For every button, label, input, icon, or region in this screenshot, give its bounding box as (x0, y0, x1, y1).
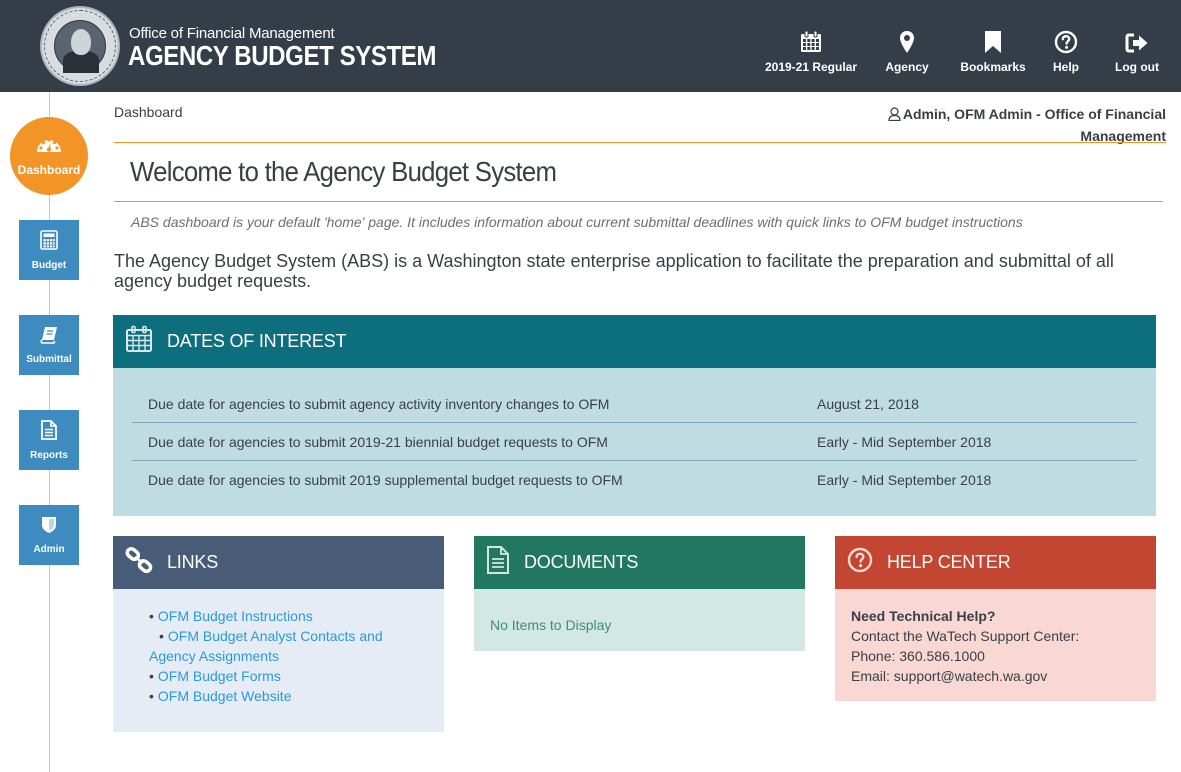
page-subtitle: ABS dashboard is your default 'home' pag… (131, 214, 1023, 230)
book-icon (40, 326, 58, 349)
sidebar-item-admin-label: Admin (33, 543, 65, 555)
link-budget-instructions[interactable]: OFM Budget Instructions (158, 608, 313, 624)
nav-logout[interactable]: Log out (1097, 28, 1177, 78)
help-email: Email: support@watech.wa.gov (851, 668, 1048, 684)
links-list: • OFM Budget Instructions • OFM Budget Ana… (149, 606, 424, 706)
help-phone: Phone: 360.586.1000 (851, 648, 985, 664)
page-title: Welcome to the Agency Budget System (130, 156, 557, 187)
bullet: • (149, 608, 154, 624)
date-description: Due date for agencies to submit 2019 sup… (148, 472, 623, 488)
date-row: Due date for agencies to submit 2019 sup… (132, 461, 1137, 499)
nav-agency[interactable]: Agency (867, 28, 947, 78)
sidebar-item-reports[interactable]: Reports (19, 410, 79, 470)
links-title: LINKS (167, 552, 219, 572)
date-row: Due date for agencies to submit 2019-21 … (132, 423, 1137, 461)
date-description: Due date for agencies to submit agency a… (148, 395, 610, 412)
dates-of-interest-title: DATES OF INTEREST (167, 331, 347, 351)
nav-help-label: Help (1052, 60, 1079, 74)
dashboard-gauge-icon (36, 135, 62, 158)
sidebar-item-budget-label: Budget (31, 259, 67, 271)
nav-agency-label: Agency (885, 60, 929, 74)
link-item: • OFM Budget Website (149, 686, 424, 706)
date-value: Early - Mid September 2018 (817, 433, 992, 450)
bullet: • (149, 688, 154, 704)
user-icon (888, 106, 901, 126)
documents-title: DOCUMENTS (524, 552, 639, 572)
bullet: • (159, 628, 164, 644)
link-item: • OFM Budget Forms (149, 666, 424, 686)
help-center-header: HELP CENTER (835, 536, 1156, 589)
links-header: LINKS (113, 536, 444, 589)
help-heading: Need Technical Help? (851, 608, 996, 624)
help-center-title: HELP CENTER (887, 552, 1011, 572)
calendar-icon (799, 28, 823, 54)
dates-table: Due date for agencies to submit agency a… (132, 385, 1137, 499)
link-item: • OFM Budget Analyst Contacts and Agency … (139, 626, 424, 666)
dates-of-interest-header: DATES OF INTEREST (113, 315, 1156, 368)
shield-icon (41, 516, 57, 539)
file-text-icon (486, 545, 510, 580)
page-intro: The Agency Budget System (ABS) is a Wash… (114, 251, 1114, 291)
date-value: August 21, 2018 (817, 395, 919, 412)
app-title[interactable]: AGENCY BUDGET SYSTEM (128, 40, 436, 72)
question-circle-icon (1054, 28, 1078, 54)
nav-bookmarks[interactable]: Bookmarks (951, 28, 1035, 78)
map-marker-icon (899, 28, 915, 54)
sidebar-item-reports-label: Reports (30, 449, 68, 461)
sidebar-item-submittal[interactable]: Submittal (19, 315, 79, 375)
dates-of-interest-panel: DATES OF INTEREST Due date for agencies … (113, 315, 1156, 516)
chain-link-icon (125, 546, 153, 579)
help-center-body: Need Technical Help? Contact the WaTech … (835, 589, 1156, 701)
header-divider-top (114, 142, 1166, 143)
top-nav: 2019-21 Regular Agency Bookmarks Help Lo… (755, 28, 1181, 78)
documents-body: No Items to Display (474, 589, 805, 651)
sign-out-icon (1125, 28, 1149, 54)
date-description: Due date for agencies to submit 2019-21 … (148, 433, 608, 450)
washington-state-seal-logo[interactable] (40, 6, 120, 86)
date-row: Due date for agencies to submit agency a… (132, 385, 1137, 423)
calculator-icon (40, 229, 58, 255)
links-panel: LINKS • OFM Budget Instructions • OFM Budg… (113, 536, 444, 732)
sidebar-item-admin[interactable]: Admin (19, 505, 79, 565)
nav-term-selector[interactable]: 2019-21 Regular (755, 28, 867, 78)
app-header: Office of Financial Management AGENCY BU… (0, 0, 1181, 92)
date-value: Early - Mid September 2018 (817, 472, 992, 488)
links-body: • OFM Budget Instructions • OFM Budget Ana… (113, 589, 444, 732)
help-center-panel: HELP CENTER Need Technical Help? Contact… (835, 536, 1156, 701)
link-item: • OFM Budget Instructions (149, 606, 424, 626)
nav-bookmarks-label: Bookmarks (960, 60, 1026, 74)
seal-portrait (54, 20, 106, 73)
documents-header: DOCUMENTS (474, 536, 805, 589)
user-info-line1: Admin, OFM Admin - Office of Financial (902, 106, 1166, 122)
help-contact: Contact the WaTech Support Center: (851, 628, 1080, 644)
sidebar-item-submittal-label: Submittal (26, 353, 72, 365)
question-circle-icon (847, 547, 873, 578)
user-info[interactable]: Admin, OFM Admin - Office of Financial M… (846, 104, 1166, 146)
nav-logout-label: Log out (1115, 60, 1159, 74)
calendar-icon (125, 325, 153, 358)
nav-help[interactable]: Help (1035, 28, 1097, 78)
documents-empty-message: No Items to Display (490, 617, 612, 633)
sidebar-item-dashboard-label: Dashboard (17, 163, 81, 177)
bookmark-icon (984, 28, 1002, 54)
nav-term-label: 2019-21 Regular (764, 60, 858, 74)
breadcrumb: Dashboard (114, 104, 183, 120)
documents-panel: DOCUMENTS No Items to Display (474, 536, 805, 651)
link-budget-forms[interactable]: OFM Budget Forms (158, 668, 281, 684)
link-budget-website[interactable]: OFM Budget Website (158, 688, 292, 704)
sidebar-item-dashboard[interactable]: Dashboard (10, 117, 88, 195)
seal-portrait-face (71, 29, 91, 55)
link-analyst-contacts[interactable]: OFM Budget Analyst Contacts and Agency A… (149, 628, 383, 664)
bullet: • (149, 668, 154, 684)
sidebar-item-budget[interactable]: Budget (19, 220, 79, 280)
header-divider-bottom (114, 201, 1163, 202)
file-text-icon (41, 419, 57, 445)
